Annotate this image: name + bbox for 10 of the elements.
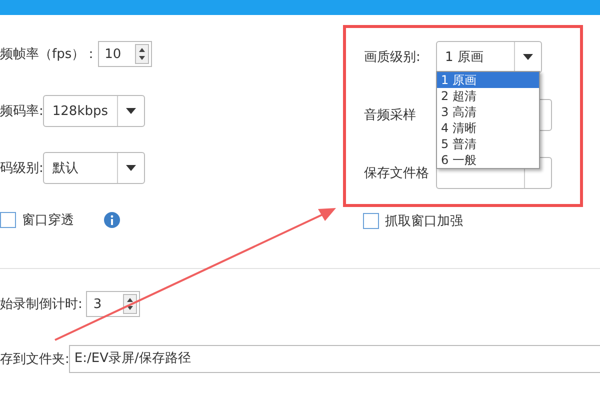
setting-label: 始录制倒计时: — [0, 296, 82, 313]
setting-label: 画质级别: — [364, 49, 422, 66]
setting-label: 频帧率（fps）： — [0, 46, 98, 63]
setting-label: 音频采样 — [364, 107, 417, 124]
setting-label: 频码率: — [0, 103, 44, 120]
checkbox-label: 窗口穿透 — [22, 212, 74, 229]
checkbox-label: 抓取窗口加强 — [385, 213, 463, 230]
setting-label: 保存文件格 — [364, 165, 430, 182]
setting-label: 存到文件夹: — [0, 351, 70, 368]
setting-label: 码级别: — [0, 160, 44, 177]
